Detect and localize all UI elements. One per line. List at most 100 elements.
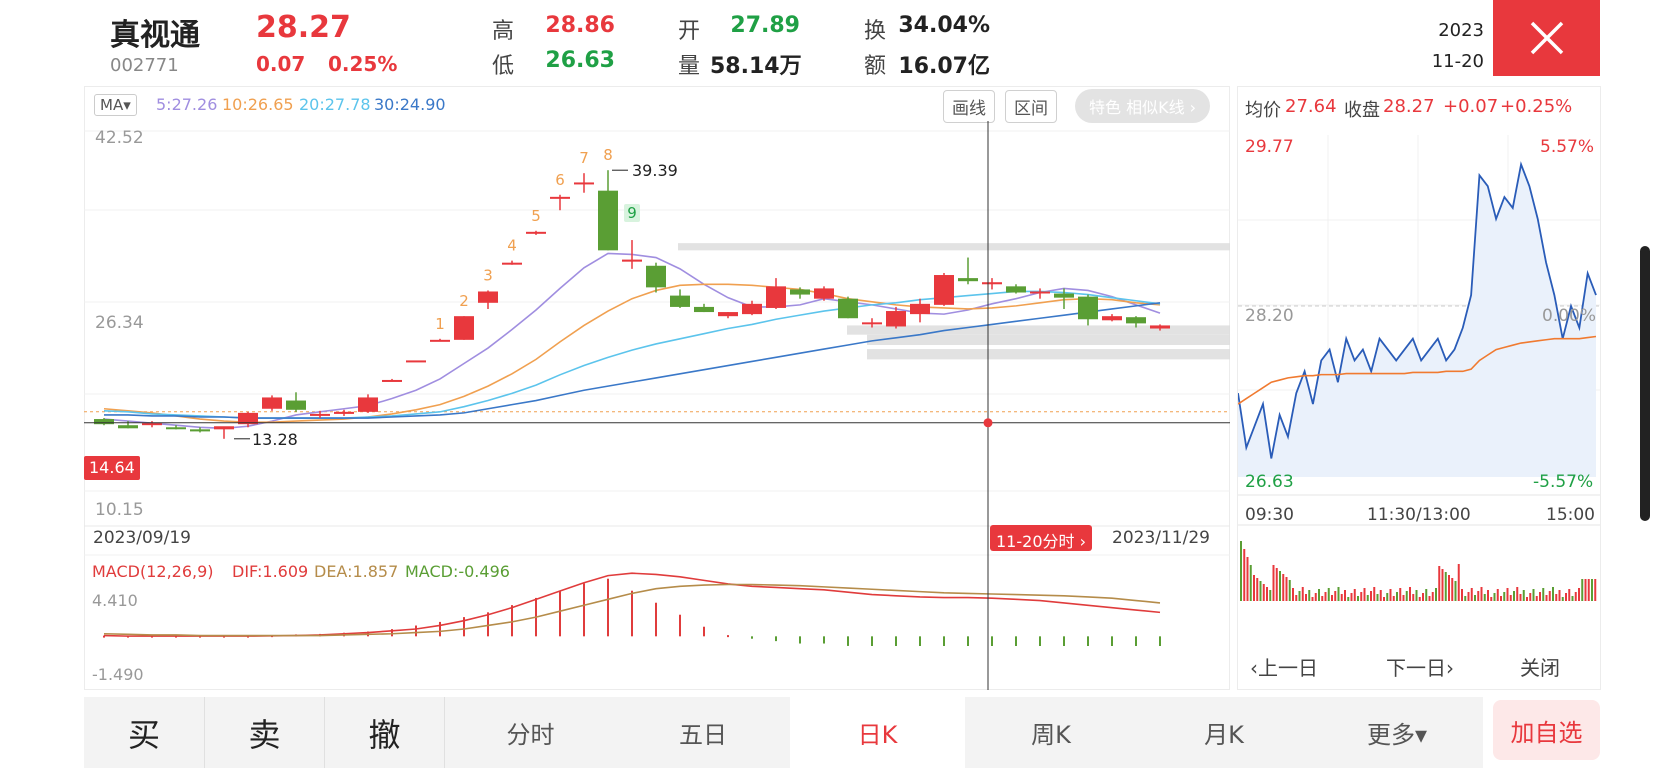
macd-bar <box>823 636 825 644</box>
candle-body <box>286 400 306 410</box>
volume-bar <box>1383 597 1385 601</box>
intraday-pct-mid: 0.00% <box>1542 306 1597 326</box>
tab-intraday[interactable]: 分时 <box>444 697 616 768</box>
candle-body <box>550 196 570 199</box>
volume-bar <box>1266 587 1268 601</box>
add-to-watchlist-button[interactable]: 加自选 <box>1493 700 1600 760</box>
volume-bar <box>1483 594 1486 601</box>
volume-bar <box>1337 587 1340 601</box>
macd-bar <box>1135 636 1137 646</box>
candle-body <box>118 425 138 429</box>
volume-bar <box>1243 549 1246 601</box>
volume-bar <box>1435 588 1437 601</box>
macd-y-bottom: -1.490 <box>92 665 144 684</box>
volume-bar <box>1409 587 1411 601</box>
high-marker-label: 39.39 <box>632 161 678 180</box>
volume-bar <box>1522 590 1525 601</box>
candle-body <box>1030 291 1050 294</box>
volume-bar <box>1496 589 1499 601</box>
volume-bar <box>1279 571 1281 601</box>
resistance-zone <box>847 325 1230 335</box>
volume-bar <box>1565 593 1567 601</box>
rise-label: 1 <box>435 315 445 333</box>
intraday-pct-bottom: -5.57% <box>1533 472 1594 492</box>
intraday-close-button[interactable]: 关闭 <box>1520 652 1560 681</box>
open-value: 27.89 <box>730 13 800 38</box>
tab-daily-k[interactable]: 日K <box>790 697 965 768</box>
close-icon <box>1530 21 1563 55</box>
candle-body <box>718 312 738 317</box>
macd-bar <box>895 636 897 646</box>
candle-body <box>382 379 402 382</box>
volume-bar <box>1353 589 1356 601</box>
rise-label: 9 <box>627 204 637 222</box>
volume-bar <box>1259 581 1262 601</box>
buy-button[interactable]: 买 <box>84 697 204 768</box>
macd-title: MACD(12,26,9) <box>92 562 214 581</box>
volume-bar <box>1558 590 1561 601</box>
volume-bar <box>1366 595 1369 601</box>
amount-label: 额 <box>864 54 887 79</box>
volume-bar <box>1467 592 1470 601</box>
rise-label: 4 <box>507 237 517 255</box>
volume-bar <box>1360 592 1363 601</box>
amount-value: 16.07亿 <box>898 54 990 79</box>
volume-bar <box>1519 594 1522 601</box>
volume-bar <box>1561 597 1564 601</box>
volume-bar <box>1480 587 1483 601</box>
candle-body <box>1102 316 1122 321</box>
tab-five-day[interactable]: 五日 <box>616 697 790 768</box>
candle-body <box>910 303 930 315</box>
tab-more[interactable]: 更多▾ <box>1311 697 1483 768</box>
stock-code: 002771 <box>110 55 179 76</box>
candle-body <box>214 426 234 430</box>
scrollbar[interactable] <box>1640 246 1650 521</box>
intraday-avg: 27.64 <box>1285 96 1337 117</box>
volume-bar <box>1516 587 1519 601</box>
volume-bar <box>1301 587 1304 601</box>
prev-day-button[interactable]: ‹上一日 <box>1250 652 1318 681</box>
intraday-y-mid: 28.20 <box>1245 306 1294 326</box>
close-button[interactable] <box>1493 0 1600 76</box>
candle-body <box>502 262 522 265</box>
volume-bar <box>1431 592 1434 601</box>
macd-bar <box>919 636 921 646</box>
volume-bar <box>1490 597 1493 601</box>
intraday-change-pct: +0.25% <box>1500 96 1573 117</box>
volume-bar <box>1418 597 1421 601</box>
volume-bar <box>1532 589 1535 601</box>
volume-bar <box>1425 589 1428 601</box>
macd-bar <box>631 590 633 637</box>
volume-bar <box>1594 579 1597 601</box>
volume-bar <box>1444 572 1447 601</box>
tab-weekly-k[interactable]: 周K <box>965 697 1137 768</box>
macd-dea: DEA:1.857 <box>314 562 399 581</box>
volume-bar <box>1285 577 1288 601</box>
intraday-close-label: 收盘 <box>1344 100 1380 121</box>
macd-bar <box>775 636 777 642</box>
volume-bar <box>1282 574 1285 601</box>
next-day-button[interactable]: 下一日› <box>1386 652 1454 681</box>
cancel-order-button[interactable]: 撤 <box>324 697 444 768</box>
candle-body <box>622 259 642 262</box>
crosshair-intraday-link[interactable]: 11-20分时 › <box>990 525 1092 551</box>
intraday-y-top: 29.77 <box>1245 137 1294 157</box>
volume-bar <box>1464 596 1467 601</box>
candle-body <box>262 397 282 409</box>
candle-body <box>1006 286 1026 293</box>
rise-label: 6 <box>555 171 565 189</box>
candle-body <box>190 429 210 432</box>
volume-bar <box>1340 594 1343 601</box>
date-month-day: 11-20 <box>1431 51 1484 72</box>
candle-body <box>1126 317 1146 324</box>
candle-body <box>526 231 546 234</box>
macd-bar <box>511 605 513 637</box>
tab-monthly-k[interactable]: 月K <box>1137 697 1311 768</box>
volume-bar <box>1552 587 1554 601</box>
candle-body <box>742 303 762 315</box>
intraday-pct-top: 5.57% <box>1540 137 1595 157</box>
price-change-pct: 0.25% <box>328 52 398 76</box>
candle-body <box>814 288 834 299</box>
sell-button[interactable]: 卖 <box>204 697 324 768</box>
volume-bar <box>1454 581 1457 601</box>
